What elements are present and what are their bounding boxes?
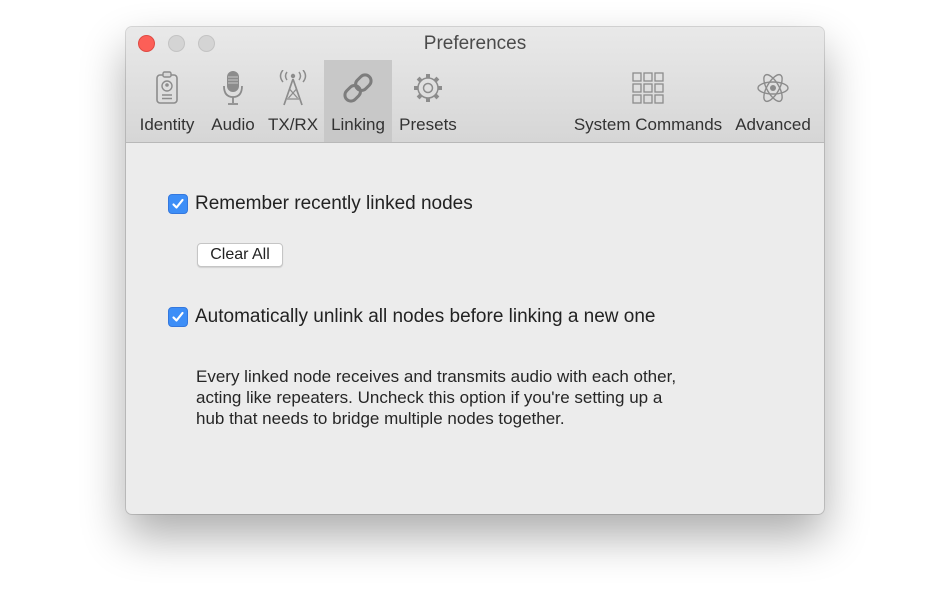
description-line: Every linked node receives and transmits… (196, 367, 677, 386)
description-line: acting like repeaters. Uncheck this opti… (196, 388, 663, 407)
link-icon (324, 68, 392, 108)
toolbar: Preferences Identity Audio TX/RX Linking… (126, 27, 824, 143)
tab-identity[interactable]: Identity (136, 60, 198, 142)
tab-advanced[interactable]: Advanced (732, 60, 814, 142)
tab-audio[interactable]: Audio (206, 60, 260, 142)
remember-checkbox[interactable] (168, 194, 188, 214)
tab-system-commands-label: System Commands (573, 115, 723, 134)
auto-unlink-label[interactable]: Automatically unlink all nodes before li… (195, 306, 656, 328)
id-badge-icon (136, 68, 198, 108)
window-title: Preferences (423, 33, 527, 54)
remember-row: Remember recently linked nodes (168, 193, 473, 215)
auto-unlink-row: Automatically unlink all nodes before li… (168, 306, 656, 328)
preferences-window: Preferences Identity Audio TX/RX Linking… (126, 27, 824, 514)
checkmark-icon (172, 311, 184, 322)
description-line: hub that needs to bridge multiple nodes … (196, 409, 565, 428)
linking-pane: Remember recently linked nodes Clear All… (126, 143, 824, 514)
tab-presets-label: Presets (399, 115, 457, 134)
tab-presets[interactable]: Presets (398, 60, 458, 142)
tab-linking[interactable]: Linking (324, 60, 392, 142)
clear-all-button[interactable]: Clear All (197, 243, 283, 267)
grid-icon (573, 68, 723, 108)
tab-txrx[interactable]: TX/RX (265, 60, 321, 142)
checkmark-icon (172, 198, 184, 209)
auto-unlink-checkbox[interactable] (168, 307, 188, 327)
gear-icon (398, 68, 458, 108)
microphone-icon (206, 68, 260, 108)
atom-icon (732, 68, 814, 108)
remember-label[interactable]: Remember recently linked nodes (195, 193, 473, 215)
tab-advanced-label: Advanced (735, 115, 811, 134)
antenna-tower-icon (265, 68, 321, 108)
tab-system-commands[interactable]: System Commands (573, 60, 723, 142)
auto-unlink-description: Every linked node receives and transmits… (196, 366, 756, 429)
